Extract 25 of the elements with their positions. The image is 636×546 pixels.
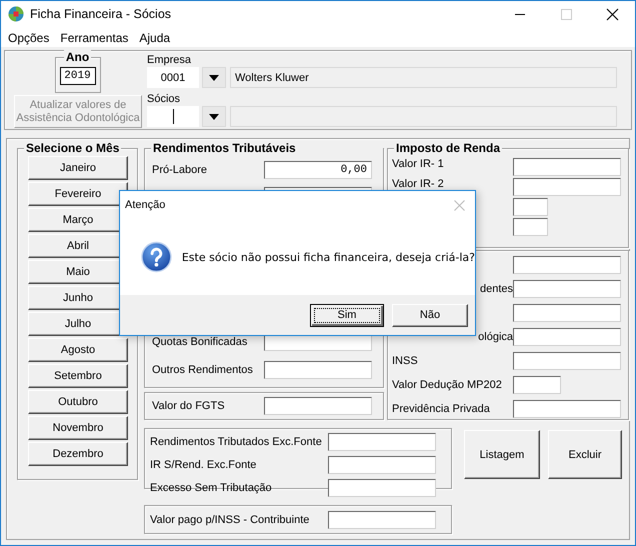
field-label: Previdência Privada <box>392 403 491 415</box>
field-label: Quotas Bonificadas <box>152 336 248 348</box>
group-title: Imposto de Renda <box>394 141 502 155</box>
dialog-message: Este sócio não possui ficha financeira, deseja criá-la? <box>182 250 475 264</box>
field-label: Excesso Sem Tributação <box>150 482 273 494</box>
field-label: Valor Dedução MP202 <box>392 379 503 391</box>
field-label: Valor IR- 1 <box>392 158 445 170</box>
window-title: Ficha Financeira - Sócios <box>30 7 172 21</box>
field-label: ológica <box>477 331 513 343</box>
field-label: INSS <box>392 355 419 367</box>
company-name-field: Wolters Kluwer <box>230 67 617 88</box>
field-label: IR S/Rend. Exc.Fonte <box>150 458 258 472</box>
field-label: Valor pago p/INSS - Contribuinte <box>150 514 310 526</box>
group-title: Ano <box>64 50 92 64</box>
field-label: Pró-Labore <box>152 164 208 176</box>
group-title: Rendimentos Tributáveis <box>151 141 383 155</box>
field-label: Sócios <box>147 93 182 106</box>
field-label: Empresa <box>147 54 192 67</box>
field-label: Valor IR- 2 <box>392 178 445 190</box>
field-label: Rendimentos Tributados Exc.Fonte <box>150 436 323 448</box>
dialog-title: Atenção <box>125 199 166 211</box>
field-label: Outros Rendimentos <box>152 364 254 376</box>
field-label: Valor do FGTS <box>152 400 226 412</box>
group-title: Selecione o Mês <box>24 141 122 155</box>
field-label: dentes <box>478 283 513 295</box>
